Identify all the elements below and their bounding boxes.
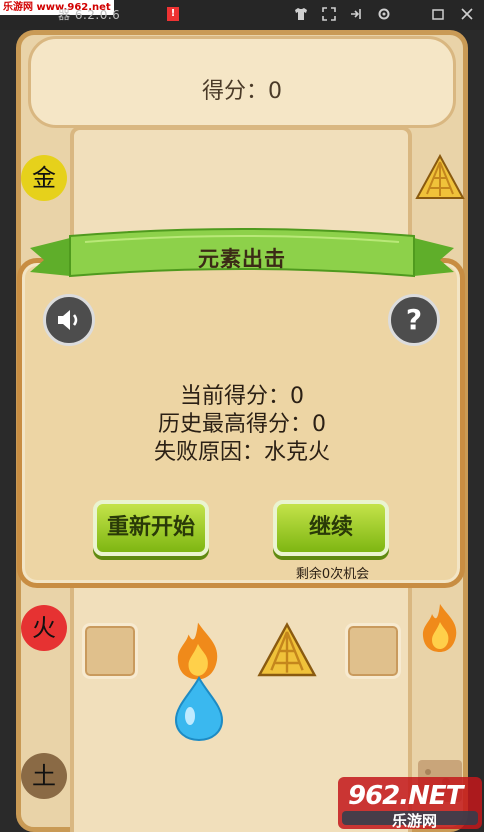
game-screen: 得分：0 金 火 土 元素出击 ? 当前得分：0 历史最高得分：0 失败原因：水… <box>0 30 484 832</box>
fail-reason-text: 失败原因：水克火 <box>153 440 330 465</box>
restore-icon[interactable] <box>429 6 447 24</box>
help-button[interactable]: ? <box>388 294 440 346</box>
score-label: 得分：0 <box>202 79 282 104</box>
shirt-icon[interactable] <box>292 6 310 24</box>
emulator-title-bar: 乐游网 www.962.net 器 6.2.0.6 ! <box>0 0 484 30</box>
chances-left-text: 剩余0次机会 <box>295 567 370 582</box>
fire-flame-icon <box>418 602 462 658</box>
close-icon[interactable] <box>458 6 476 24</box>
speaker-icon <box>58 310 78 330</box>
water-drop-icon[interactable] <box>172 675 226 746</box>
score-panel: 得分：0 <box>28 36 456 128</box>
dialog-title: 元素出击 <box>198 247 286 271</box>
earth-element-badge: 土 <box>21 753 67 799</box>
metal-element-badge: 金 <box>21 155 67 201</box>
restart-button[interactable]: 重新开始 <box>93 500 209 556</box>
gold-pile-icon <box>415 153 465 206</box>
unpin-icon[interactable] <box>347 6 365 24</box>
expand-icon[interactable] <box>320 6 338 24</box>
empty-slot-tile[interactable] <box>345 623 401 679</box>
fire-element-badge: 火 <box>21 605 67 651</box>
watermark-brand-cn: 乐游网 <box>392 812 438 830</box>
gold-pile-icon[interactable] <box>257 622 317 684</box>
settings-icon[interactable] <box>375 6 393 24</box>
watermark-brand: 962.NET <box>348 781 463 811</box>
empty-slot-tile[interactable] <box>82 623 138 679</box>
app-title: 器 6.2.0.6 <box>58 8 121 22</box>
sound-button[interactable] <box>43 294 95 346</box>
warning-icon[interactable]: ! <box>167 7 179 21</box>
question-mark-icon: ? <box>405 303 423 336</box>
continue-button[interactable]: 继续 <box>273 500 389 556</box>
